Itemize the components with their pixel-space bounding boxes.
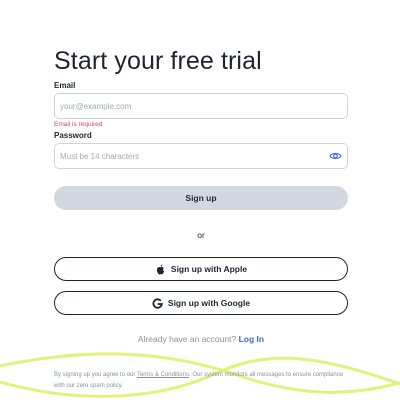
login-prompt: Already have an account? Log In bbox=[54, 334, 348, 344]
legal-notice: By signing up you agree to our Terms & C… bbox=[54, 370, 350, 391]
email-label: Email bbox=[54, 81, 76, 90]
sign-up-with-google-button[interactable]: Sign up with Google bbox=[54, 291, 348, 315]
password-label: Password bbox=[54, 131, 92, 140]
sign-up-button-label: Sign up bbox=[185, 193, 217, 203]
email-input[interactable] bbox=[60, 94, 320, 118]
log-in-link[interactable]: Log In bbox=[239, 334, 265, 344]
page-title: Start your free trial bbox=[54, 46, 262, 75]
sign-up-with-apple-label: Sign up with Apple bbox=[170, 264, 248, 274]
email-error-message: Email is required bbox=[54, 121, 103, 128]
login-prompt-text: Already have an account? bbox=[137, 334, 237, 344]
or-divider: or bbox=[197, 230, 205, 240]
sign-up-with-apple-button[interactable]: Sign up with Apple bbox=[54, 257, 348, 281]
terms-and-conditions-link[interactable]: Terms & Conditions bbox=[137, 372, 189, 378]
eye-icon[interactable] bbox=[329, 151, 342, 161]
apple-logo-icon bbox=[156, 264, 164, 274]
sign-up-with-google-label: Sign up with Google bbox=[167, 298, 251, 308]
email-field-box bbox=[54, 93, 348, 119]
sign-up-button[interactable]: Sign up bbox=[54, 186, 348, 210]
password-field-box bbox=[54, 143, 348, 169]
password-input[interactable] bbox=[60, 144, 320, 168]
legal-text-before: By signing up you agree to our bbox=[54, 372, 137, 378]
google-logo-icon bbox=[152, 297, 163, 309]
